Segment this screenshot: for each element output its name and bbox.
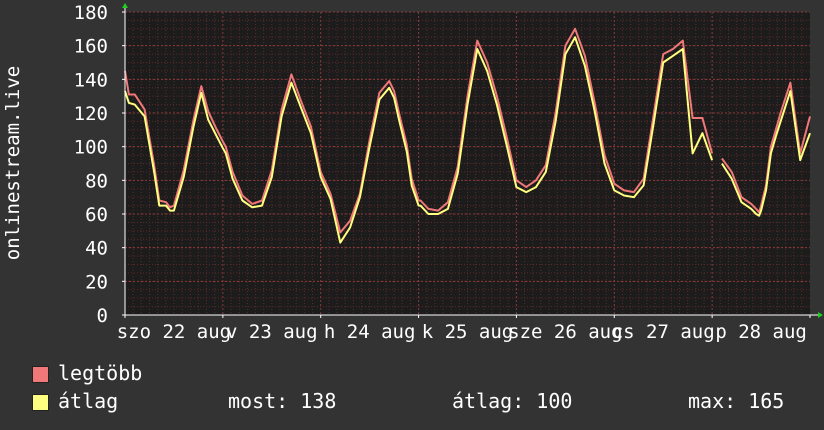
x-axis-arrow [818,312,823,318]
legend-label-legtobb: legtöbb [58,361,143,385]
y-tick-label: 40 [85,238,108,260]
y-tick-label: 160 [74,36,108,58]
stat-most: most: 138 [228,389,337,413]
x-tick-label: p 28 aug [715,321,807,343]
stat-max: max: 165 [688,389,785,413]
x-tick-label: k 25 aug [422,321,514,343]
legend-swatch-legtobb [32,366,49,383]
x-tick-label: cs 27 aug [612,321,715,343]
y-tick-label: 120 [74,103,108,125]
legend-label-atlag: átlag [58,389,119,413]
stat-atlag: átlag: 100 [452,389,573,413]
y-tick-label: 180 [74,2,108,24]
x-tick-labels: szo 22 augv 23 aug h 24 aug k 25 augsze 26… [117,321,807,343]
y-tick-label: 60 [85,204,108,226]
x-tick-label: v 23 aug [226,321,318,343]
y-tick-label: 80 [85,170,108,192]
y-tick-label: 140 [74,69,108,91]
x-tick-label: szo 22 aug [117,321,231,343]
x-tick-label: sze 26 aug [508,321,622,343]
y-tick-label: 100 [74,137,108,159]
y-axis-arrow [122,3,128,8]
y-tick-label: 20 [85,271,108,293]
y-tick-labels: 0 20 40 60 80 100 120 140 160 180 [74,2,108,327]
y-axis-label: onlinestream.live [2,66,24,260]
y-tick-label: 0 [97,305,108,327]
x-tick-label: h 24 aug [324,321,416,343]
legend-swatch-atlag [32,394,49,411]
